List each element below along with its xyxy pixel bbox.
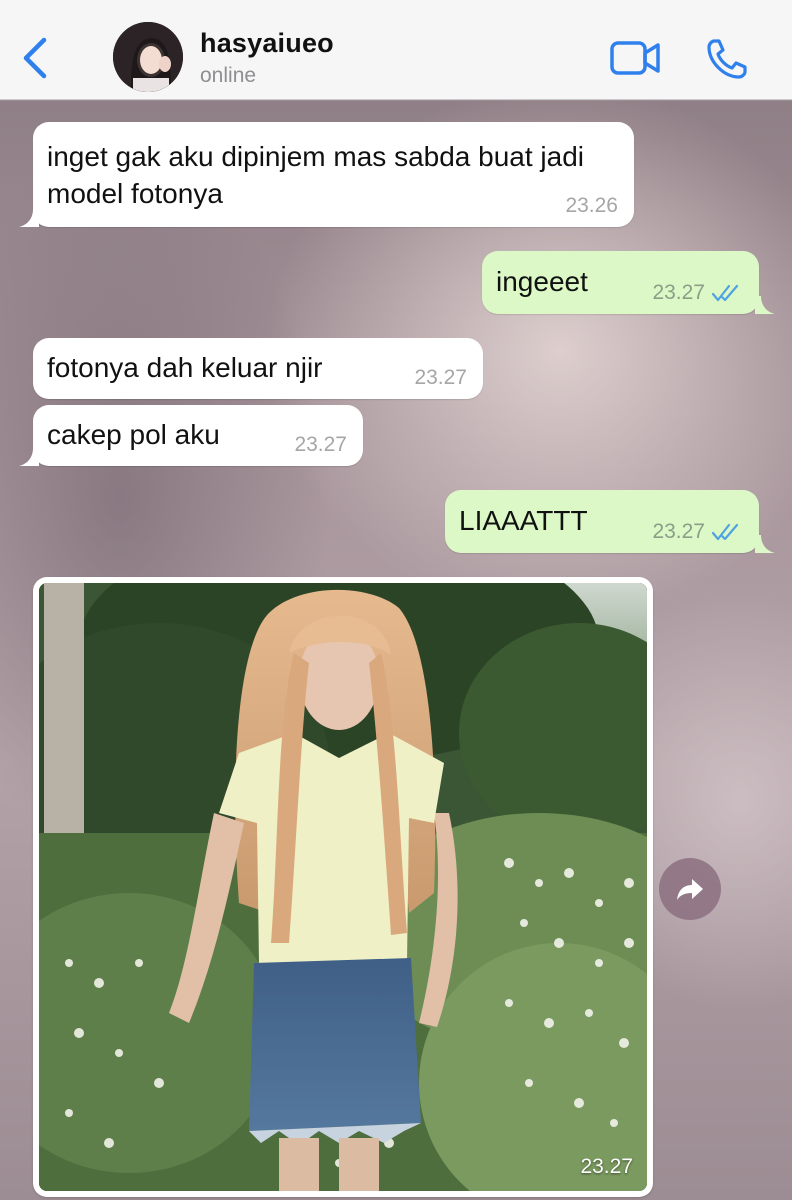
forward-arrow-icon: [677, 879, 703, 900]
message-incoming[interactable]: inget gak aku dipinjem mas sabda buat ja…: [19, 122, 634, 227]
message-incoming[interactable]: fotonya dah keluar njir 23.27: [33, 338, 483, 399]
message-time: 23.27: [652, 281, 741, 305]
video-camera-icon: [610, 41, 660, 75]
bubble-tail-icon: [19, 209, 39, 227]
message-time: 23.26: [565, 194, 618, 217]
photo-of-girl-in-flower-field-icon[interactable]: [39, 583, 647, 1191]
voice-call-button[interactable]: [705, 37, 749, 81]
chat-header: hasyaiueo online: [0, 0, 792, 100]
video-call-button[interactable]: [610, 38, 662, 78]
chevron-left-icon: [23, 37, 47, 79]
back-button[interactable]: [20, 36, 54, 80]
message-time: 23.27: [652, 520, 741, 544]
message-incoming[interactable]: cakep pol aku 23.27: [19, 405, 363, 466]
contact-status: online: [200, 64, 257, 87]
bubble-tail-icon: [755, 535, 775, 553]
message-time: 23.27: [414, 366, 467, 389]
bubble-tail-icon: [19, 448, 39, 466]
chat-area[interactable]: inget gak aku dipinjem mas sabda buat ja…: [0, 101, 792, 1200]
message-image[interactable]: 23.27: [33, 577, 653, 1197]
double-check-icon: [711, 523, 739, 541]
message-outgoing[interactable]: ingeeet 23.27: [482, 251, 775, 314]
message-text: inget gak aku dipinjem mas sabda buat ja…: [47, 141, 585, 209]
message-outgoing[interactable]: LIAAATTT 23.27: [445, 490, 775, 553]
phone-icon: [707, 39, 747, 79]
message-time: 23.27: [580, 1155, 633, 1178]
message-time: 23.27: [294, 433, 347, 456]
contact-name[interactable]: hasyaiueo: [200, 28, 334, 59]
forward-button[interactable]: [659, 858, 721, 920]
contact-avatar[interactable]: [113, 22, 183, 92]
double-check-icon: [711, 284, 739, 302]
bubble-tail-icon: [755, 296, 775, 314]
